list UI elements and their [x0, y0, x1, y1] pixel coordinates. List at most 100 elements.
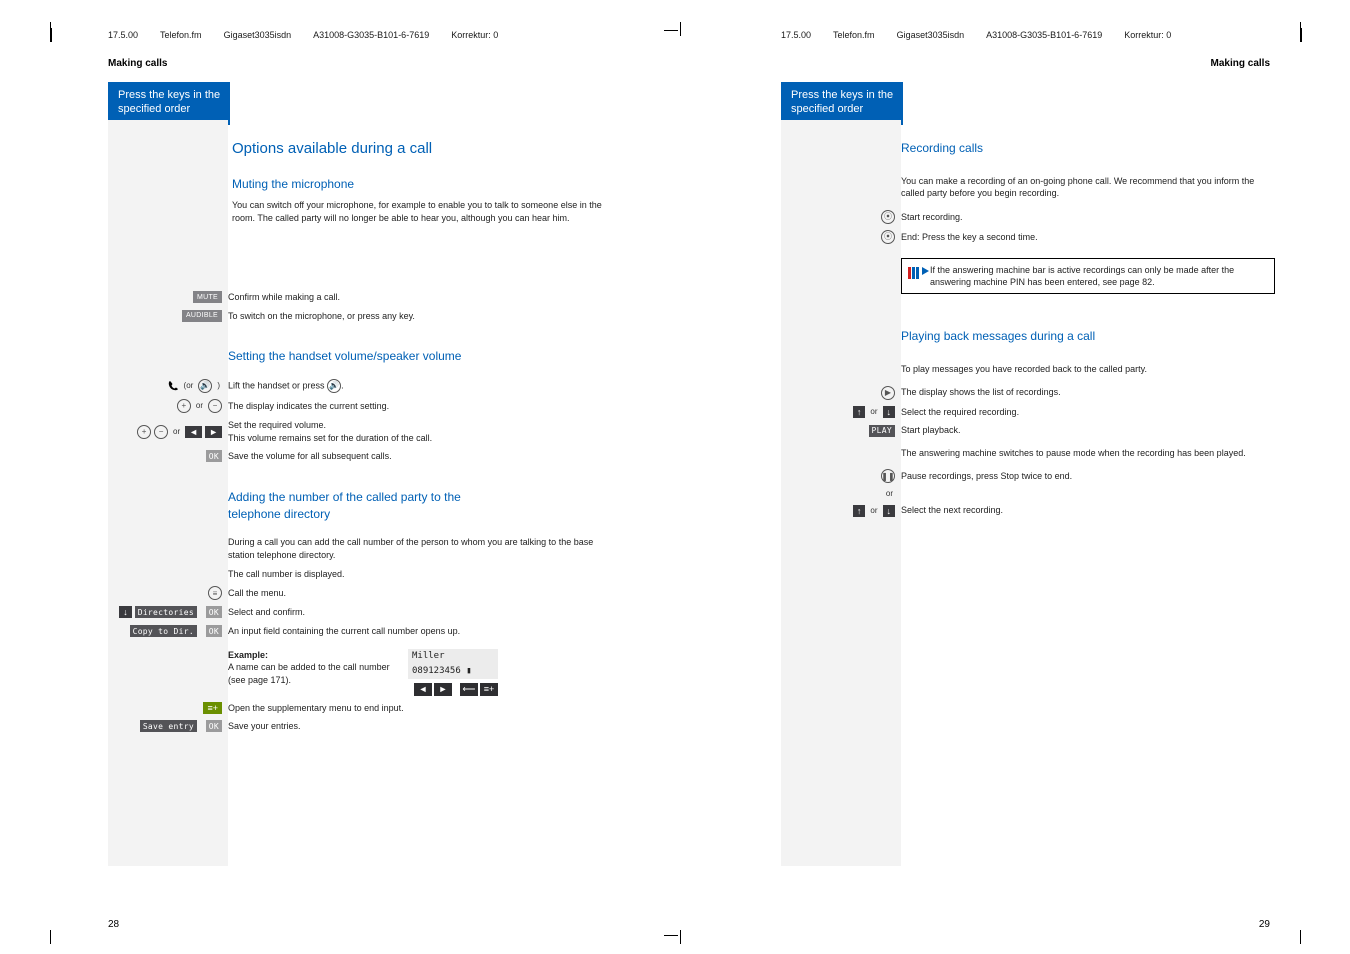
audible-key-icon: AUDIBLE: [182, 310, 222, 322]
or2-label: or: [886, 489, 893, 498]
copy-label: Copy to Dir.: [130, 625, 197, 637]
instr-l1-r: Press the keys in the: [791, 88, 893, 102]
note-arrow-icon: [922, 267, 929, 275]
menu-key-icon: ≡: [208, 586, 222, 600]
play-label: PLAY: [869, 425, 895, 437]
minus-key-icon-2: −: [154, 425, 168, 439]
switch-text: The answering machine switches to pause …: [901, 447, 1275, 460]
next-rec-text: Select the next recording.: [901, 504, 1275, 517]
instr-l2: specified order: [118, 102, 220, 116]
pause-key-icon: ❚❚: [881, 469, 895, 483]
ok-key-4: OK: [206, 720, 222, 732]
dirs-label: Directories: [135, 606, 197, 618]
options-heading: Options available during a call: [232, 140, 602, 157]
menu-text: Call the menu.: [228, 587, 602, 600]
list-text: The display shows the list of recordings…: [901, 386, 1275, 399]
end-rec-text: End: Press the key a second time.: [901, 231, 1275, 244]
section-title-r: Making calls: [1211, 58, 1270, 69]
copy-text: An input field containing the current ca…: [228, 625, 602, 638]
down-arrow-icon-2: ↓: [883, 505, 896, 517]
ok-key-icon: OK: [206, 450, 222, 462]
hdr-file-r: Telefon.fm: [833, 30, 875, 40]
save-entry-label: Save entry: [140, 720, 197, 732]
instruction-box-r: Press the keys in the specified order: [781, 82, 903, 125]
plus-key-icon-2: +: [137, 425, 151, 439]
select-text: Select and confirm.: [228, 606, 602, 619]
hdr-corr: Korrektur: 0: [451, 30, 498, 40]
adding-p1: During a call you can add the call numbe…: [228, 536, 602, 561]
up-arrow-icon: ↑: [853, 406, 866, 418]
example-bold: Example:: [228, 650, 268, 660]
muting-p1: You can switch off your microphone, for …: [232, 199, 602, 224]
softkey-back-icon: ⟵: [460, 683, 478, 696]
hdr-docid-r: A31008-G3035-B101-6-7619: [986, 30, 1102, 40]
record-key-icon-2: ⦿: [881, 230, 895, 244]
plus-key-icon: +: [177, 399, 191, 413]
audible-text: To switch on the microphone, or press an…: [228, 310, 602, 323]
volume-heading: Setting the handset volume/speaker volum…: [228, 348, 602, 365]
recording-p1: You can make a recording of an on-going …: [901, 175, 1275, 200]
left-arrow-icon: ◄: [185, 426, 202, 438]
adding-heading-l1: Adding the number of the called party to…: [228, 489, 602, 506]
softkey-left-icon: ◄: [414, 683, 432, 696]
playback-heading: Playing back messages during a call: [901, 328, 1275, 345]
down-arrow-icon: ↓: [119, 606, 132, 618]
instr-l2-r: specified order: [791, 102, 893, 116]
page-number: 28: [108, 919, 119, 930]
page-header: 17.5.00 Telefon.fm Gigaset3035isdn A3100…: [108, 30, 498, 40]
hdr-corr-r: Korrektur: 0: [1124, 30, 1171, 40]
hdr-date-r: 17.5.00: [781, 30, 811, 40]
note-box: If the answering machine bar is active r…: [901, 258, 1275, 294]
hdr-docid: A31008-G3035-B101-6-7619: [313, 30, 429, 40]
or-text-1: (or: [184, 381, 194, 390]
start-rec-text: Start recording.: [901, 211, 1275, 224]
hdr-model: Gigaset3035isdn: [224, 30, 292, 40]
mute-key-icon: MUTE: [193, 291, 222, 303]
minus-key-icon: −: [208, 399, 222, 413]
softkey-right-icon: ►: [434, 683, 452, 696]
handset-icon: [167, 380, 179, 392]
save-entry-text: Save your entries.: [228, 720, 602, 733]
open-menu-text: Open the supplementary menu to end input…: [228, 702, 602, 715]
set-sub: This volume remains set for the duration…: [228, 432, 602, 445]
example-name: Miller: [408, 649, 498, 664]
crop-mark: [50, 28, 52, 42]
down-arrow-icon-r: ↓: [883, 406, 896, 418]
playback-p1: To play messages you have recorded back …: [901, 363, 1275, 376]
ok-key-3: OK: [206, 625, 222, 637]
start-play-text: Start playback.: [901, 424, 1275, 437]
or-label: or: [870, 407, 877, 416]
example-num: 089123456 ▮: [408, 664, 498, 679]
crop-mark-r: [1300, 28, 1302, 42]
save-vol-text: Save the volume for all subsequent calls…: [228, 450, 602, 463]
speaker-icon-inline: 🔊: [327, 379, 341, 393]
up-arrow-icon-2: ↑: [853, 505, 866, 517]
hdr-file: Telefon.fm: [160, 30, 202, 40]
adding-p2: The call number is displayed.: [228, 568, 602, 581]
page-header-r: 17.5.00 Telefon.fm Gigaset3035isdn A3100…: [781, 30, 1171, 40]
recording-heading: Recording calls: [901, 140, 1275, 157]
note-text: If the answering machine bar is active r…: [930, 265, 1234, 287]
display-text: The display indicates the current settin…: [228, 400, 602, 413]
section-title: Making calls: [108, 58, 167, 69]
menu-plus-key-icon: ≡+: [203, 702, 222, 714]
instruction-box: Press the keys in the specified order: [108, 82, 230, 125]
hdr-model-r: Gigaset3035isdn: [897, 30, 965, 40]
hdr-date: 17.5.00: [108, 30, 138, 40]
record-key-icon: ⦿: [881, 210, 895, 224]
right-arrow-icon: ►: [205, 426, 222, 438]
muting-heading: Muting the microphone: [232, 177, 602, 191]
pause-text: Pause recordings, press Stop twice to en…: [901, 470, 1275, 483]
instr-l1: Press the keys in the: [118, 88, 220, 102]
softkey-menu-icon: ≡+: [480, 683, 498, 696]
set-text: Set the required volume.: [228, 419, 602, 432]
speaker-key-icon: 🔊: [198, 379, 212, 393]
page-number-r: 29: [1259, 919, 1270, 930]
adding-heading-l2: telephone directory: [228, 506, 602, 523]
play-key-icon: ▶: [881, 386, 895, 400]
ok-key-2: OK: [206, 606, 222, 618]
select-rec-text: Select the required recording.: [901, 406, 1275, 419]
lift-text: Lift the handset or press: [228, 380, 325, 390]
example-text: A name can be added to the call number (…: [228, 662, 390, 684]
mute-text: Confirm while making a call.: [228, 291, 602, 304]
